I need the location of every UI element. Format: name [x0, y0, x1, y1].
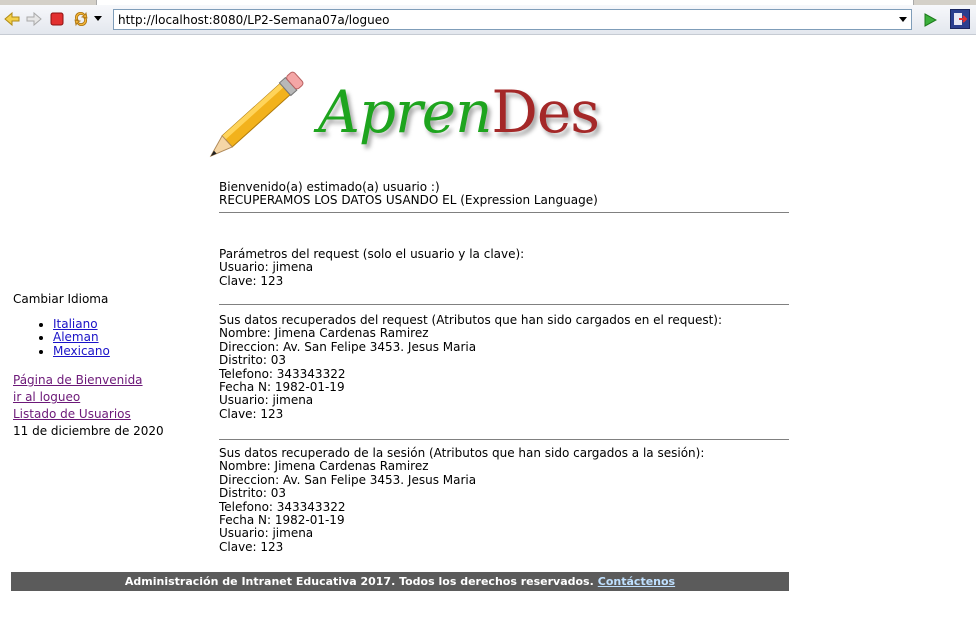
divider: [219, 304, 789, 305]
welcome-line: Bienvenido(a) estimado(a) usuario :): [219, 180, 440, 194]
request-data-heading: Sus datos recuperados del request (Atrib…: [219, 313, 723, 327]
logo-text-des: Des: [491, 78, 600, 146]
request-params-section: Parámetros del request (solo el usuario …: [219, 247, 525, 288]
logo-text: AprenDes: [318, 78, 600, 146]
extension-button[interactable]: [950, 9, 970, 29]
forward-arrow-icon: [26, 11, 42, 27]
language-title: Cambiar Idioma: [13, 292, 109, 306]
request-data-clave: Clave: 123: [219, 406, 284, 421]
language-link-mexicano[interactable]: Mexicano: [53, 344, 110, 358]
request-data-telefono: Telefono: 343343322: [219, 366, 346, 381]
session-data-heading: Sus datos recuperado de la sesión (Atrib…: [219, 446, 705, 460]
session-data-usuario: Usuario: jimena: [219, 526, 314, 541]
session-data-fecha: Fecha N: 1982-01-19: [219, 513, 345, 528]
welcome-subtitle: RECUPERAMOS LOS DATOS USANDO EL (Express…: [219, 193, 598, 208]
pencil-icon: [209, 71, 304, 158]
footer-text: Administración de Intranet Educativa 201…: [124, 575, 594, 588]
url-dropdown-button[interactable]: [895, 10, 911, 29]
link-logueo[interactable]: ir al logueo: [13, 389, 203, 406]
language-item: Mexicano: [53, 344, 203, 358]
divider: [219, 439, 789, 440]
request-data-nombre: Nombre: Jimena Cardenas Ramirez: [219, 326, 429, 341]
chevron-down-icon: [94, 16, 102, 21]
footer: Administración de Intranet Educativa 201…: [11, 572, 789, 591]
forward-button[interactable]: [25, 10, 43, 28]
back-button[interactable]: [3, 10, 21, 28]
divider: [219, 212, 789, 213]
request-params-usuario: Usuario: jimena: [219, 260, 314, 275]
language-link-italiano[interactable]: Italiano: [53, 317, 98, 331]
back-arrow-icon: [4, 11, 20, 27]
session-data-section: Sus datos recuperado de la sesión (Atrib…: [219, 446, 705, 554]
request-params-heading: Parámetros del request (solo el usuario …: [219, 247, 525, 261]
welcome-section: Bienvenido(a) estimado(a) usuario :) REC…: [219, 180, 598, 208]
request-data-distrito: Distrito: 03: [219, 353, 286, 368]
request-data-section: Sus datos recuperados del request (Atrib…: [219, 313, 723, 421]
stop-button[interactable]: [48, 10, 66, 28]
site-logo: AprenDes: [190, 62, 610, 172]
address-bar[interactable]: [113, 9, 912, 30]
language-list: Italiano Aleman Mexicano: [13, 317, 203, 358]
exit-icon: [954, 13, 968, 25]
request-params-clave: Clave: 123: [219, 273, 284, 288]
go-button[interactable]: [921, 11, 939, 29]
request-data-usuario: Usuario: jimena: [219, 393, 314, 408]
play-icon: [924, 13, 937, 27]
logo-text-aprend: Apren: [318, 78, 492, 146]
session-data-distrito: Distrito: 03: [219, 486, 286, 501]
session-data-nombre: Nombre: Jimena Cardenas Ramirez: [219, 459, 429, 474]
language-item: Italiano: [53, 317, 203, 331]
contact-link[interactable]: Contáctenos: [598, 575, 675, 588]
refresh-icon: [74, 11, 88, 27]
nav-links: Página de Bienvenida ir al logueo Listad…: [13, 372, 203, 423]
request-data-fecha: Fecha N: 1982-01-19: [219, 380, 345, 395]
session-data-clave: Clave: 123: [219, 539, 284, 554]
session-data-direccion: Direccion: Av. San Felipe 3453. Jesus Ma…: [219, 472, 477, 487]
link-bienvenida[interactable]: Página de Bienvenida: [13, 372, 203, 389]
sidebar: Cambiar Idioma Italiano Aleman Mexicano …: [13, 292, 203, 440]
refresh-button[interactable]: [72, 10, 90, 28]
chevron-down-icon: [899, 16, 907, 22]
history-dropdown[interactable]: [92, 10, 104, 28]
session-data-telefono: Telefono: 343343322: [219, 499, 346, 514]
url-input[interactable]: [114, 10, 895, 29]
stop-icon: [50, 12, 64, 26]
current-date: 11 de diciembre de 2020: [13, 424, 164, 439]
link-listado-usuarios[interactable]: Listado de Usuarios: [13, 406, 203, 423]
browser-toolbar: [0, 5, 976, 35]
language-item: Aleman: [53, 331, 203, 344]
language-link-aleman[interactable]: Aleman: [53, 330, 99, 344]
request-data-direccion: Direccion: Av. San Felipe 3453. Jesus Ma…: [219, 339, 477, 354]
